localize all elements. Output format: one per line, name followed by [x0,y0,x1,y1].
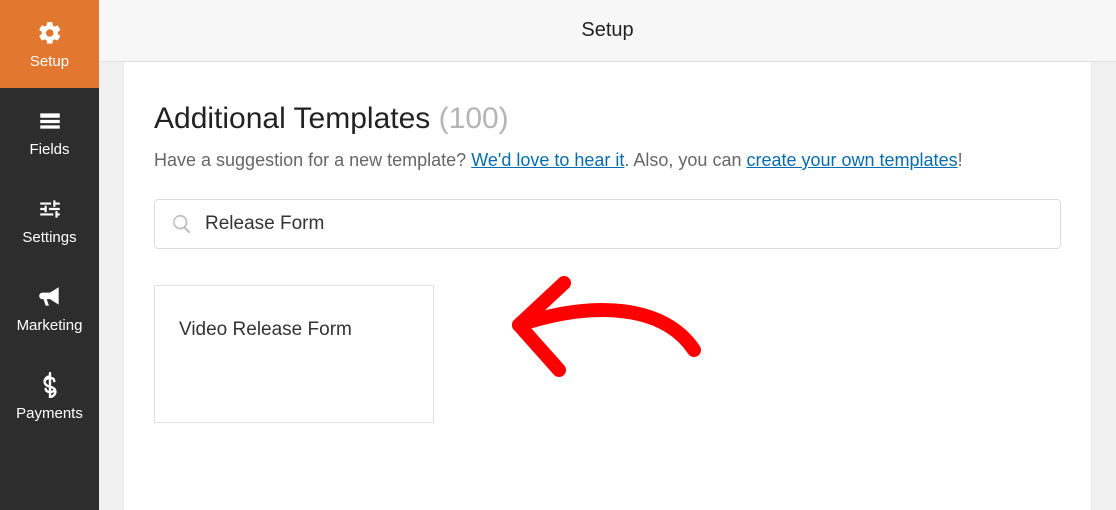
sidebar-item-setup[interactable]: Setup [0,0,99,88]
suggestion-link[interactable]: We'd love to hear it [471,150,624,170]
list-icon [36,107,64,135]
panel: Additional Templates (100) Have a sugges… [124,62,1091,510]
sidebar-item-label: Marketing [17,317,83,334]
sidebar-item-settings[interactable]: Settings [0,176,99,264]
search-input[interactable] [205,213,1044,235]
subtext-pre: Have a suggestion for a new template? [154,150,471,170]
sidebar-item-label: Fields [29,141,69,158]
sliders-icon [36,195,64,223]
heading-text: Additional Templates [154,102,430,135]
subtext: Have a suggestion for a new template? We… [154,150,1061,171]
sidebar-item-label: Settings [22,229,76,246]
sidebar-item-label: Payments [16,405,83,422]
sidebar: Setup Fields Settings Marketing Payments [0,0,99,510]
heading-count: (100) [439,102,509,135]
search-box[interactable] [154,199,1061,249]
gear-icon [36,19,64,47]
search-icon [171,213,193,235]
megaphone-icon [36,283,64,311]
sidebar-item-fields[interactable]: Fields [0,88,99,176]
content-wrap: Additional Templates (100) Have a sugges… [99,62,1116,510]
main-area: Setup Additional Templates (100) Have a … [99,0,1116,510]
subtext-mid: . Also, you can [624,150,746,170]
sidebar-item-label: Setup [30,53,69,70]
subtext-post: ! [958,150,963,170]
dollar-icon [36,371,64,399]
sidebar-item-marketing[interactable]: Marketing [0,264,99,352]
topbar: Setup [99,0,1116,62]
create-templates-link[interactable]: create your own templates [746,150,957,170]
sidebar-item-payments[interactable]: Payments [0,352,99,440]
page-title: Setup [581,19,633,42]
template-card-title: Video Release Form [179,319,352,341]
heading: Additional Templates (100) [154,102,1061,136]
template-card-video-release-form[interactable]: Video Release Form [154,285,434,423]
